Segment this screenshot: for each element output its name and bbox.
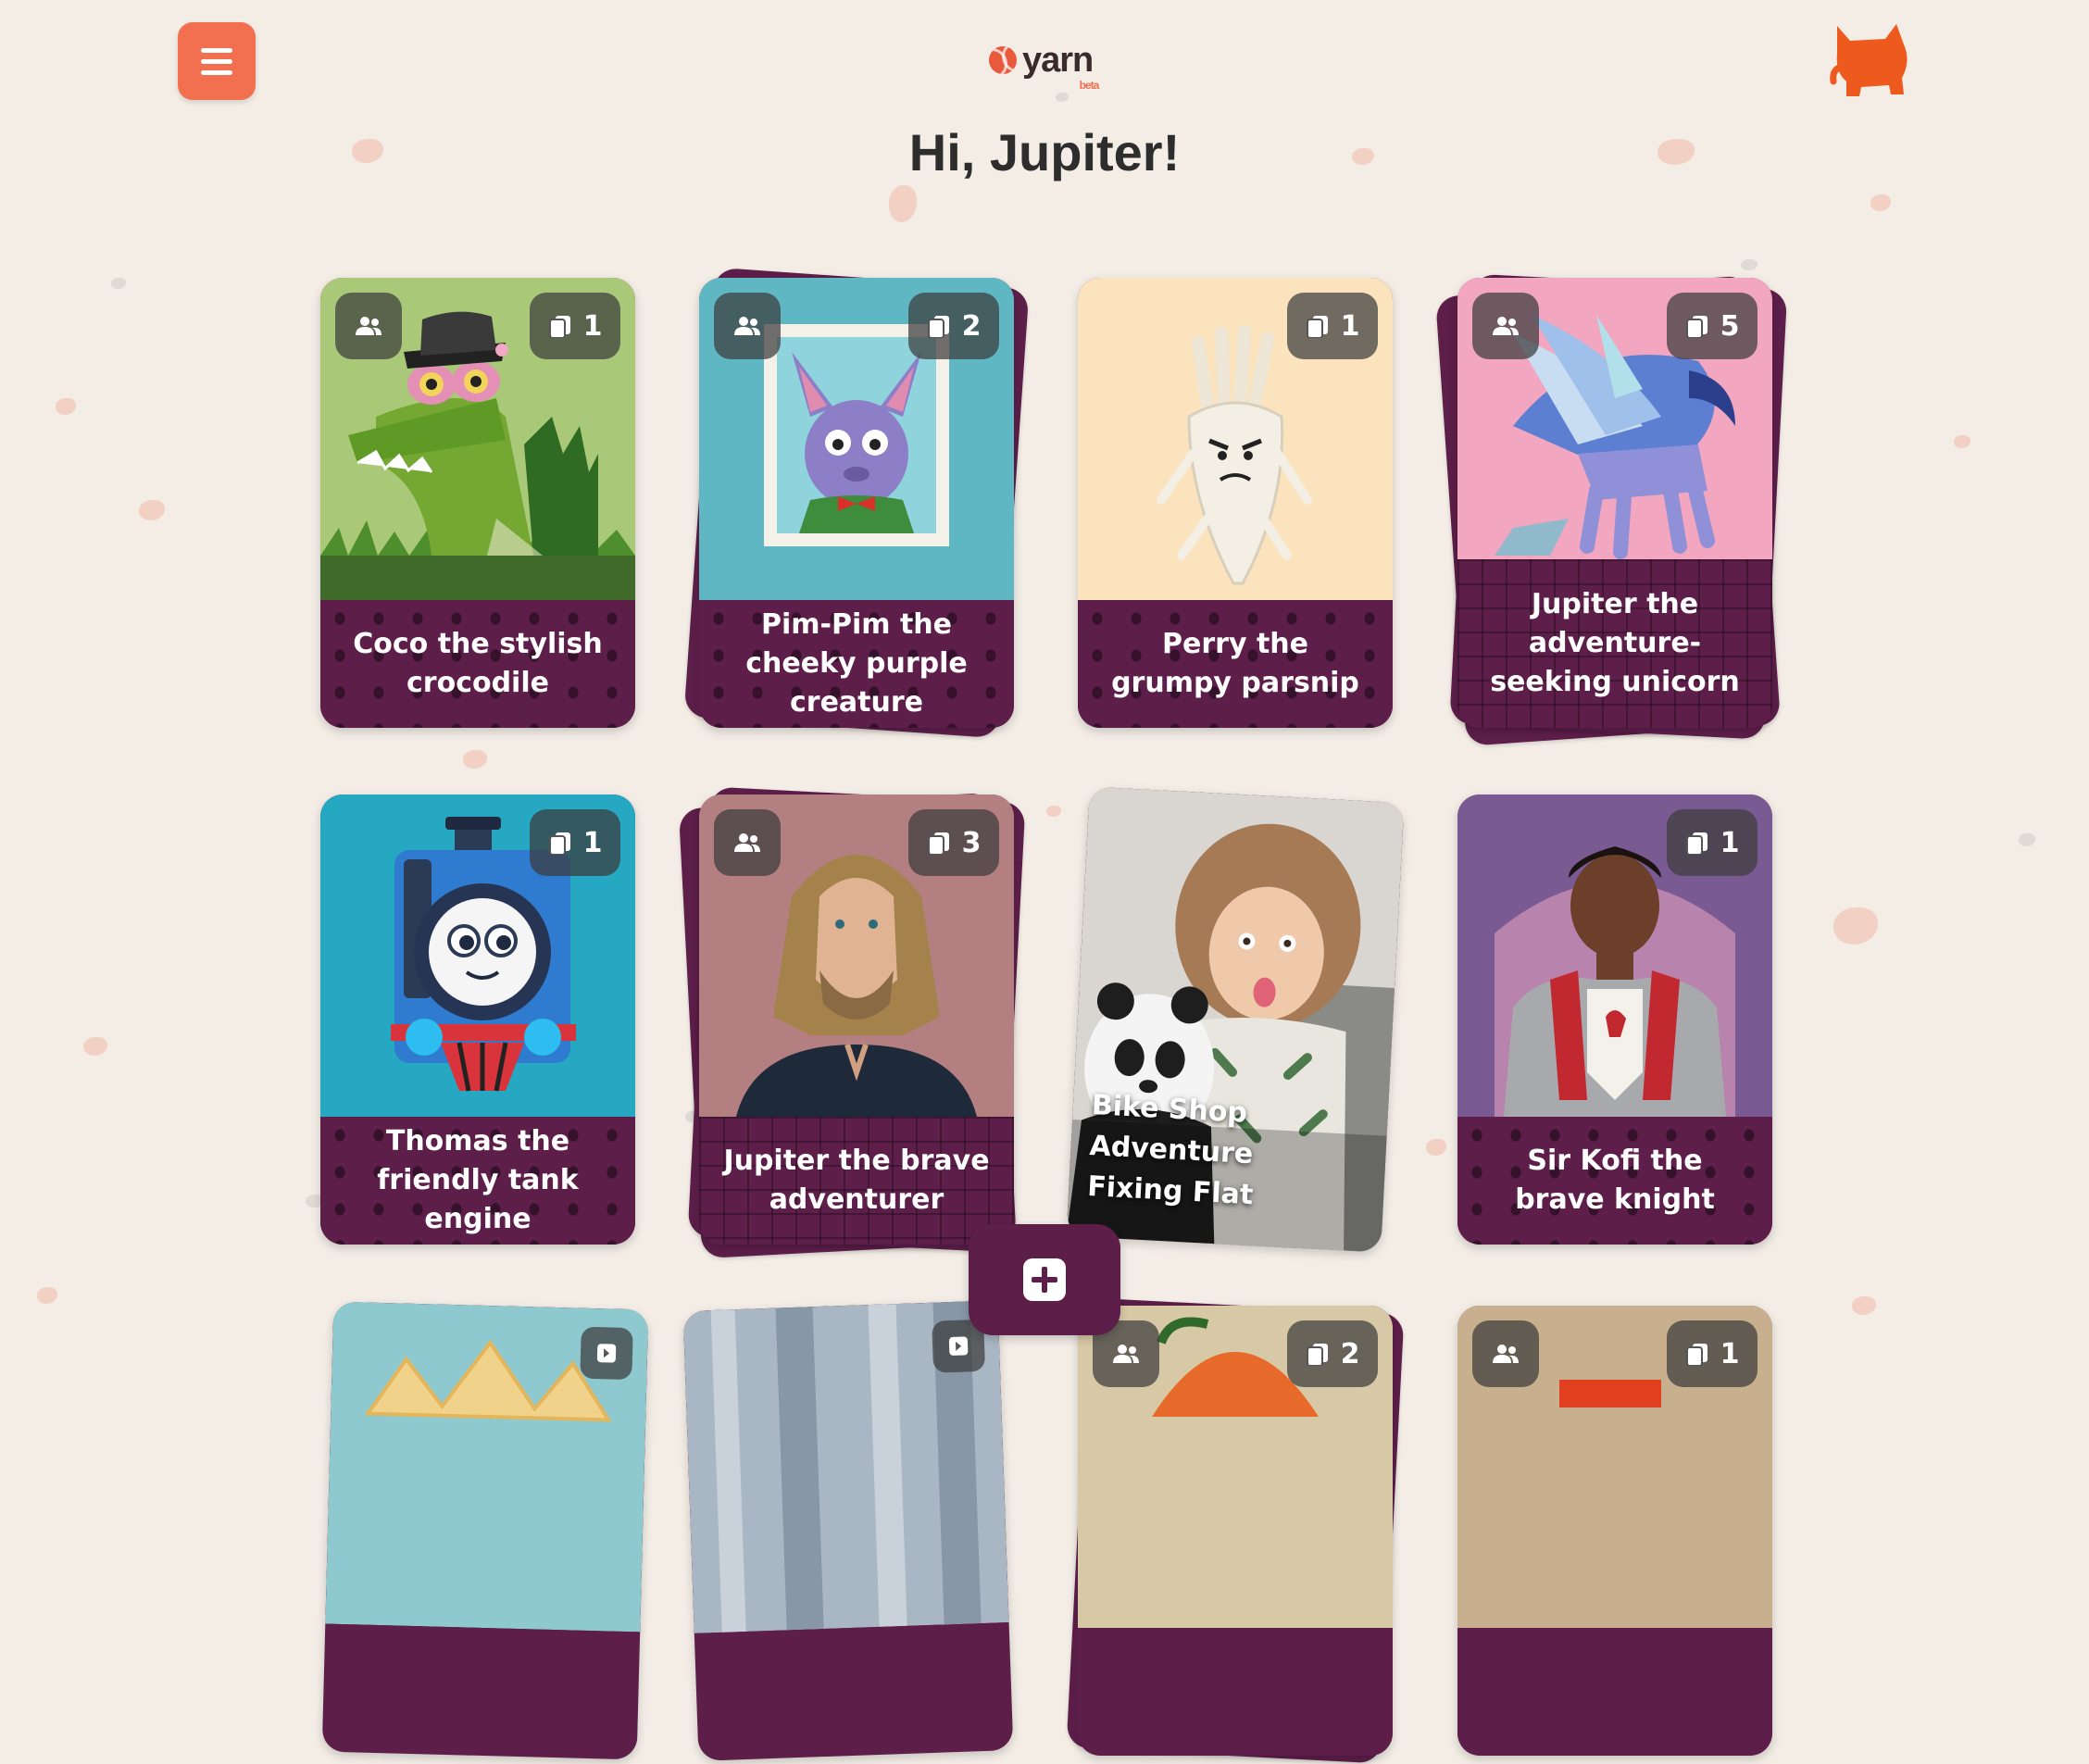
- card-face[interactable]: 1 Thomas the friendly tank engine: [320, 794, 635, 1245]
- shared-people-button[interactable]: [1472, 1320, 1539, 1387]
- card-title: Perry the grumpy parsnip: [1078, 600, 1393, 728]
- app-logo[interactable]: yarn beta: [989, 37, 1099, 92]
- card-face[interactable]: 1 Perry the grumpy parsnip: [1078, 278, 1393, 728]
- card-title: Pim-Pim the cheeky purple creature: [699, 600, 1014, 728]
- logo-text: yarn: [1022, 40, 1094, 80]
- card-face[interactable]: 1: [1457, 1306, 1772, 1756]
- story-count-badge: 2: [1287, 1320, 1378, 1387]
- card-face[interactable]: Bike Shop Adventure Fixing Flat: [1066, 786, 1405, 1253]
- add-story-button[interactable]: [969, 1224, 1120, 1335]
- open-story-button[interactable]: [580, 1326, 633, 1381]
- open-icon: [948, 1336, 969, 1356]
- card-face[interactable]: 2 Pim-Pim the cheeky purple creature: [699, 278, 1014, 728]
- cards-stack-icon: [1685, 316, 1707, 338]
- story-card[interactable]: 1 Perry the grumpy parsnip: [1078, 278, 1393, 728]
- story-count-badge: 1: [530, 293, 620, 359]
- story-card[interactable]: 1 Sir Kofi the brave knight: [1457, 794, 1772, 1245]
- story-card[interactable]: 3 Jupiter the brave adventurer: [678, 786, 1026, 1259]
- cards-stack-icon: [927, 316, 949, 338]
- people-icon: [356, 317, 382, 335]
- card-face[interactable]: 2: [1078, 1306, 1393, 1756]
- story-card[interactable]: Bike Shop Adventure Fixing Flat: [1066, 786, 1405, 1253]
- shared-people-button[interactable]: [714, 809, 781, 876]
- card-face[interactable]: [321, 1301, 649, 1760]
- story-card[interactable]: 5 Jupiter the adventure-seeking unicorn: [1435, 273, 1788, 746]
- card-face[interactable]: 1 Sir Kofi the brave knight: [1457, 794, 1772, 1245]
- cards-stack-icon: [1685, 1344, 1707, 1366]
- story-count-badge: 5: [1667, 293, 1758, 359]
- story-count-badge: 1: [1667, 1320, 1758, 1387]
- card-title: Jupiter the brave adventurer: [699, 1117, 1014, 1245]
- cards-stack-icon: [548, 832, 570, 855]
- story-count-badge: 2: [908, 293, 999, 359]
- story-card[interactable]: 2: [1066, 1297, 1405, 1764]
- card-face[interactable]: 1 Coco the stylish crocodile: [320, 278, 635, 728]
- card-title: Bike Shop Adventure Fixing Flat: [1086, 1089, 1255, 1212]
- card-title: Thomas the friendly tank engine: [320, 1117, 635, 1245]
- card-title: Sir Kofi the brave knight: [1457, 1117, 1772, 1245]
- people-icon: [1493, 1345, 1519, 1363]
- shared-people-button[interactable]: [335, 293, 402, 359]
- card-title: Coco the stylish crocodile: [320, 600, 635, 728]
- greeting-heading: Hi, Jupiter!: [908, 123, 1181, 181]
- open-icon: [596, 1344, 617, 1363]
- story-card[interactable]: 1: [1457, 1306, 1772, 1756]
- story-card[interactable]: 1 Thomas the friendly tank engine: [320, 794, 635, 1245]
- menu-button[interactable]: [178, 22, 256, 100]
- hamburger-icon: [201, 47, 232, 53]
- story-card[interactable]: 1 Coco the stylish crocodile: [320, 278, 635, 728]
- story-count-badge: 1: [1287, 293, 1378, 359]
- story-card[interactable]: [321, 1301, 649, 1760]
- story-card[interactable]: [682, 1300, 1014, 1761]
- card-face[interactable]: 5 Jupiter the adventure-seeking unicorn: [1457, 278, 1772, 728]
- people-icon: [1113, 1345, 1139, 1363]
- card-face[interactable]: [682, 1300, 1014, 1761]
- cards-stack-icon: [1685, 832, 1707, 855]
- people-icon: [1493, 317, 1519, 335]
- people-icon: [734, 317, 760, 335]
- cards-stack-icon: [548, 316, 570, 338]
- yarn-ball-icon: [989, 46, 1017, 74]
- cat-avatar-icon[interactable]: [1830, 20, 1913, 98]
- plus-icon: [1023, 1258, 1066, 1301]
- cards-stack-icon: [1306, 316, 1328, 338]
- story-card[interactable]: 2 Pim-Pim the cheeky purple creature: [683, 267, 1030, 739]
- card-face[interactable]: 3 Jupiter the brave adventurer: [699, 794, 1014, 1245]
- shared-people-button[interactable]: [1472, 293, 1539, 359]
- cards-stack-icon: [927, 832, 949, 855]
- card-title: Jupiter the adventure-seeking unicorn: [1457, 559, 1772, 728]
- story-count-badge: 3: [908, 809, 999, 876]
- story-count-badge: 1: [530, 809, 620, 876]
- story-count-badge: 1: [1667, 809, 1758, 876]
- shared-people-button[interactable]: [714, 293, 781, 359]
- cards-stack-icon: [1306, 1344, 1328, 1366]
- beta-badge: beta: [1079, 78, 1100, 92]
- people-icon: [734, 833, 760, 852]
